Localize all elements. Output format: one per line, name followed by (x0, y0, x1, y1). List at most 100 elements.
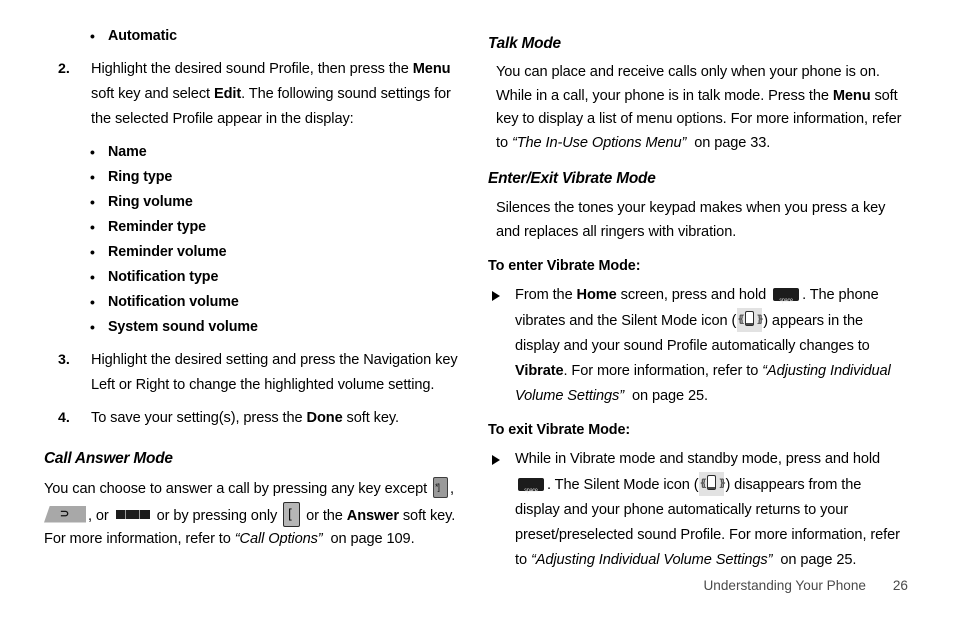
subheading-to-exit-vibrate-mode: To exit Vibrate Mode: (488, 422, 631, 438)
reference-call-options: “Call Options” (234, 531, 323, 547)
step-4-text: To save your setting(s), press the Done … (91, 406, 464, 431)
left-column: • Automatic 2. Highlight the desired sou… (44, 24, 464, 552)
navigation-bar-key-icon (115, 509, 150, 519)
enter-text-e: . For more information, refer to (563, 363, 763, 379)
enter-text-f: on page 25. (628, 388, 708, 404)
footer-page-number: 26 (892, 578, 908, 593)
section-heading-call-answer-mode: Call Answer Mode (44, 450, 173, 467)
bullet-dot: • (90, 144, 95, 160)
vibration-wave-left (738, 312, 742, 327)
cam-text-e: or the (302, 507, 347, 524)
reference-adjusting-volume: “Adjusting Individual Volume Settings” (530, 552, 773, 568)
bullet-label: Automatic (108, 28, 177, 44)
silent-mode-icon (699, 472, 725, 496)
list-item: • Ring type (44, 165, 464, 190)
bullet-label: Name (108, 144, 147, 160)
cam-text-a: You can choose to answer a call by press… (44, 481, 432, 497)
enter-vibrate-body: From the Home screen, press and hold . T… (515, 283, 908, 409)
phone-keypad-dots (746, 323, 754, 326)
exit-text-b: . The Silent Mode icon ( (547, 477, 699, 493)
enter-vibrate-step: From the Home screen, press and hold . T… (488, 283, 908, 409)
bullet-label: Notification volume (108, 294, 239, 310)
cam-text-b: , (450, 481, 454, 497)
exit-text-d: on page 25. (776, 552, 857, 568)
vibrate-mode-intro: Silences the tones your keypad makes whe… (496, 200, 886, 240)
exit-vibrate-body: While in Vibrate mode and standby mode, … (515, 447, 908, 573)
step-3: 3. Highlight the desired setting and pre… (44, 348, 464, 398)
bullet-dot: • (90, 28, 95, 44)
talk-text-a: You can place and receive calls only whe… (496, 64, 880, 104)
bullet-label: Notification type (108, 269, 219, 285)
step4-text-a: To save your setting(s), press the (91, 410, 307, 426)
sound-settings-list: • Name • Ring type • Ring volume • Reminder … (44, 140, 464, 340)
list-item: • Notification volume (44, 290, 464, 315)
triangle-bullet-icon (492, 291, 500, 301)
answer-keyword: Answer (346, 507, 399, 524)
space-key-icon (773, 288, 800, 301)
cam-text-g: on page 109. (326, 531, 415, 547)
step2-text-a: Highlight the desired sound Profile, the… (91, 61, 413, 77)
bullet-dot: • (90, 319, 95, 335)
enter-text-b: screen, press and hold (616, 287, 771, 303)
call-answer-mode-body: You can choose to answer a call by press… (44, 476, 464, 552)
vibrate-keyword: Vibrate (515, 363, 564, 379)
talk-mode-body: You can place and receive calls only whe… (488, 61, 908, 155)
enter-text-a: From the (515, 287, 577, 303)
bullet-label: Reminder volume (108, 244, 227, 260)
manual-page: • Automatic 2. Highlight the desired sou… (0, 0, 954, 636)
section-heading-vibrate-mode: Enter/Exit Vibrate Mode (488, 170, 656, 187)
star-key-icon (433, 476, 449, 500)
step2-text-b: soft key and select (91, 86, 214, 102)
list-item: • Name (44, 140, 464, 165)
cam-text-c: , or (88, 507, 113, 524)
bullet-label: System sound volume (108, 319, 258, 335)
triangle-bullet-icon (492, 455, 500, 465)
bullet-dot: • (90, 194, 95, 210)
step-3-text: Highlight the desired setting and press … (91, 352, 458, 393)
step4-text-b: soft key. (342, 410, 399, 426)
step-2: 2. Highlight the desired sound Profile, … (44, 57, 464, 132)
vibration-wave-right (757, 312, 761, 327)
bullet-dot: • (90, 294, 95, 310)
step-4: 4. To save your setting(s), press the Do… (44, 406, 464, 431)
end-key-icon (44, 505, 86, 523)
menu-keyword: Menu (412, 61, 451, 77)
reference-in-use-options-menu: “The In-Use Options Menu” (511, 134, 687, 151)
vibration-wave-left (700, 476, 704, 491)
step-2-text: Highlight the desired sound Profile, the… (91, 57, 464, 132)
menu-keyword: Menu (832, 87, 871, 104)
bullet-dot: • (90, 269, 95, 285)
bullet-label: Ring type (108, 169, 173, 185)
space-key-icon (518, 478, 544, 491)
bullet-dot: • (90, 169, 95, 185)
done-keyword: Done (306, 410, 343, 426)
list-item: • Ring volume (44, 190, 464, 215)
subheading-to-enter-vibrate-mode: To enter Vibrate Mode: (488, 258, 641, 274)
bullet-label: Reminder type (108, 219, 207, 235)
exit-vibrate-step: While in Vibrate mode and standby mode, … (488, 447, 908, 573)
step-number: 3. (58, 352, 70, 368)
send-key-icon (283, 501, 301, 527)
bullet-label: Ring volume (108, 194, 193, 210)
home-keyword: Home (576, 287, 617, 303)
cam-text-d: or by pressing only (152, 507, 282, 524)
step-number: 2. (58, 61, 70, 77)
page-footer: Understanding Your Phone 26 (0, 578, 954, 593)
vibration-wave-right (719, 476, 723, 491)
section-heading-talk-mode: Talk Mode (488, 35, 561, 52)
list-item: • Reminder type (44, 215, 464, 240)
list-item: • Notification type (44, 265, 464, 290)
step-number: 4. (58, 410, 70, 426)
edit-keyword: Edit (213, 86, 242, 102)
talk-text-c: on page 33. (690, 134, 771, 151)
list-item: • System sound volume (44, 315, 464, 340)
list-item: • Automatic (44, 24, 464, 49)
bullet-dot: • (90, 219, 95, 235)
silent-mode-icon (737, 308, 763, 332)
footer-chapter-title: Understanding Your Phone (703, 578, 866, 593)
phone-keypad-dots (708, 487, 716, 490)
right-column: Talk Mode You can place and receive call… (488, 24, 908, 573)
exit-text-a: While in Vibrate mode and standby mode, … (515, 451, 881, 467)
list-item: • Reminder volume (44, 240, 464, 265)
bullet-dot: • (90, 244, 95, 260)
